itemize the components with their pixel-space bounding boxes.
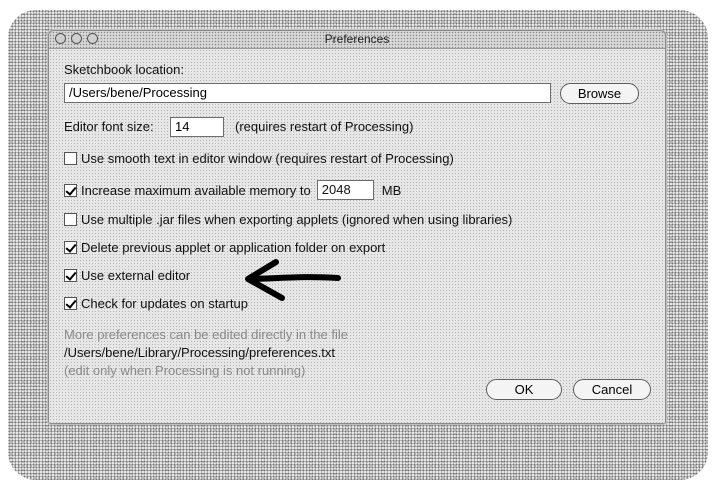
more-preferences-text: More preferences can be edited directly … — [64, 327, 348, 342]
delete-previous-checkbox[interactable] — [64, 241, 77, 254]
title-bar: Preferences — [49, 31, 665, 49]
smooth-text-option[interactable]: Use smooth text in editor window (requir… — [64, 151, 454, 166]
font-size-input[interactable]: 14 — [170, 117, 224, 137]
external-editor-option[interactable]: Use external editor — [64, 268, 190, 283]
external-editor-label: Use external editor — [81, 268, 191, 283]
preferences-window: Preferences Sketchbook location: /Users/… — [48, 30, 666, 424]
cancel-button[interactable]: Cancel — [573, 379, 651, 400]
check-updates-checkbox[interactable] — [64, 297, 77, 310]
window-title: Preferences — [324, 32, 390, 46]
external-editor-checkbox[interactable] — [64, 269, 77, 282]
preferences-content: Sketchbook location: /Users/bene/Process… — [49, 49, 665, 423]
check-updates-option[interactable]: Check for updates on startup — [64, 296, 248, 311]
smooth-text-checkbox[interactable] — [64, 152, 77, 165]
multiple-jar-label: Use multiple .jar files when exporting a… — [81, 212, 513, 227]
smooth-text-label: Use smooth text in editor window (requir… — [81, 151, 454, 166]
max-memory-checkbox[interactable] — [64, 183, 77, 197]
sketchbook-label: Sketchbook location: — [64, 62, 184, 77]
font-size-label: Editor font size: — [64, 119, 154, 134]
delete-previous-option[interactable]: Delete previous applet or application fo… — [64, 240, 385, 255]
max-memory-unit: MB — [381, 182, 402, 198]
max-memory-label: Increase maximum available memory to — [81, 182, 311, 198]
edit-note-text: (edit only when Processing is not runnin… — [64, 363, 306, 378]
ok-button[interactable]: OK — [486, 379, 562, 400]
check-updates-label: Check for updates on startup — [81, 296, 248, 311]
multiple-jar-checkbox[interactable] — [64, 213, 77, 226]
max-memory-option[interactable]: Increase maximum available memory to 204… — [64, 180, 401, 200]
browse-button[interactable]: Browse — [560, 83, 639, 104]
annotation-arrow-icon — [245, 259, 341, 301]
max-memory-input[interactable]: 2048 — [316, 180, 374, 200]
delete-previous-label: Delete previous applet or application fo… — [81, 240, 386, 255]
preferences-file-path: /Users/bene/Library/Processing/preferenc… — [64, 345, 335, 360]
font-size-note: (requires restart of Processing) — [235, 119, 414, 134]
sketchbook-location-input[interactable]: /Users/bene/Processing — [64, 83, 551, 103]
multiple-jar-option[interactable]: Use multiple .jar files when exporting a… — [64, 212, 512, 227]
